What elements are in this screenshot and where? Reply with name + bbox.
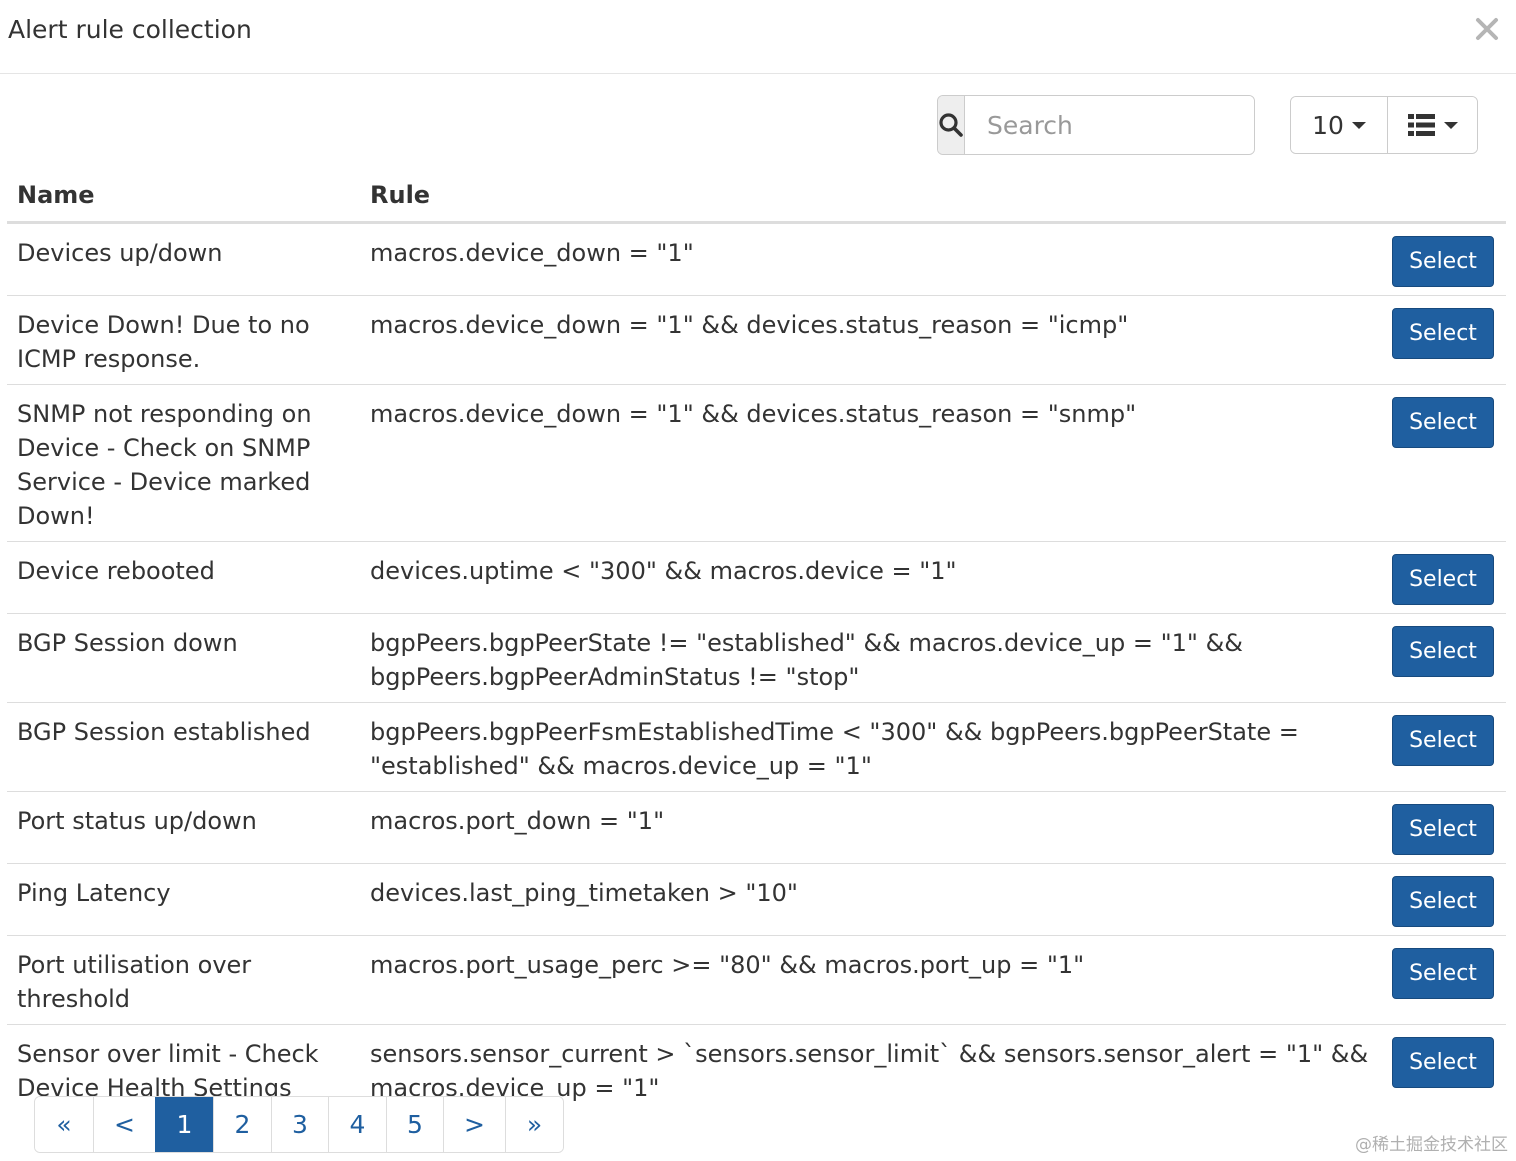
rule-expression: macros.device_down = "1" — [370, 238, 694, 267]
close-button[interactable] — [1472, 14, 1502, 44]
chevron-down-icon — [1443, 121, 1458, 129]
page-3[interactable]: 3 — [271, 1097, 328, 1152]
rule-expression: devices.uptime < "300" && macros.device … — [360, 540, 1382, 613]
watermark: @稀土掘金技术社区 — [1355, 1135, 1508, 1155]
select-button[interactable]: Select — [1392, 625, 1494, 677]
rule-expression: macros.port_usage_perc >= "80" && macros… — [360, 934, 1382, 1024]
table-row: Port status up/down macros.port_down = "… — [7, 790, 1506, 863]
column-header-name[interactable]: Name — [7, 170, 360, 224]
rule-expression: bgpPeers.bgpPeerFsmEstablishedTime < "30… — [360, 701, 1382, 791]
page-2[interactable]: 2 — [213, 1097, 271, 1152]
select-button[interactable]: Select — [1392, 714, 1494, 766]
page-last[interactable]: » — [505, 1097, 563, 1152]
page-next[interactable]: > — [443, 1097, 505, 1152]
columns-dropdown[interactable] — [1388, 97, 1477, 153]
chevron-down-icon — [1351, 121, 1366, 129]
rule-name: BGP Session established — [7, 701, 360, 791]
rule-expression: devices.last_ping_timetaken > "10" — [360, 862, 1382, 935]
table-row: Devices up/down macros.device_down = "1"… — [7, 222, 1506, 295]
rule-name: Device rebooted — [7, 540, 360, 613]
table-row: SNMP not responding on Device - Check on… — [7, 383, 1506, 541]
search-input[interactable] — [965, 96, 1254, 154]
page-size-value: 10 — [1312, 110, 1344, 140]
rule-name: Port utilisation over threshold — [7, 934, 360, 1024]
select-button[interactable]: Select — [1392, 396, 1494, 448]
table-controls: 10 — [1290, 96, 1478, 154]
rule-name: Port status up/down — [7, 790, 360, 863]
table-header-row: Name Rule — [7, 170, 1506, 224]
rule-name: Ping Latency — [7, 862, 360, 935]
page-4[interactable]: 4 — [328, 1097, 386, 1152]
search-addon — [938, 96, 965, 154]
rule-name: Devices up/down — [17, 238, 223, 267]
select-button[interactable]: Select — [1392, 875, 1494, 927]
rule-expression: bgpPeers.bgpPeerState != "established" &… — [360, 612, 1382, 702]
column-header-actions — [1382, 170, 1506, 224]
select-button[interactable]: Select — [1392, 947, 1494, 999]
rule-name: SNMP not responding on Device - Check on… — [7, 383, 360, 541]
select-button[interactable]: Select — [1392, 553, 1494, 605]
pagination: « < 1 2 3 4 5 > » — [34, 1096, 564, 1153]
rule-expression: macros.device_down = "1" && devices.stat… — [360, 294, 1382, 384]
table-row: Ping Latency devices.last_ping_timetaken… — [7, 862, 1506, 935]
rule-expression: macros.port_down = "1" — [360, 790, 1382, 863]
table-row: BGP Session down bgpPeers.bgpPeerState !… — [7, 612, 1506, 702]
search-group — [937, 95, 1255, 155]
table-row: BGP Session established bgpPeers.bgpPeer… — [7, 701, 1506, 791]
select-button[interactable]: Select — [1392, 1036, 1494, 1088]
page-size-dropdown[interactable]: 10 — [1291, 97, 1388, 153]
list-icon — [1407, 114, 1435, 136]
select-button[interactable]: Select — [1392, 235, 1494, 287]
rule-name: BGP Session down — [7, 612, 360, 702]
page-1[interactable]: 1 — [155, 1097, 213, 1152]
table-row: Device rebooted devices.uptime < "300" &… — [7, 540, 1506, 613]
table-row: Port utilisation over threshold macros.p… — [7, 934, 1506, 1024]
table-row: Device Down! Due to no ICMP response. ma… — [7, 294, 1506, 384]
rule-name: Device Down! Due to no ICMP response. — [7, 294, 360, 384]
toolbar: 10 — [0, 95, 1516, 155]
page-first[interactable]: « — [35, 1097, 93, 1152]
page-5[interactable]: 5 — [386, 1097, 443, 1152]
modal-header: Alert rule collection — [0, 0, 1516, 74]
close-icon — [1476, 18, 1498, 40]
modal-title: Alert rule collection — [8, 15, 252, 44]
column-header-rule[interactable]: Rule — [360, 170, 1382, 224]
page-prev[interactable]: < — [93, 1097, 155, 1152]
search-icon — [939, 113, 963, 137]
select-button[interactable]: Select — [1392, 307, 1494, 359]
select-button[interactable]: Select — [1392, 803, 1494, 855]
alert-rules-table: Name Rule Devices up/down macros.device_… — [7, 170, 1506, 1113]
rule-expression: macros.device_down = "1" && devices.stat… — [360, 383, 1382, 541]
